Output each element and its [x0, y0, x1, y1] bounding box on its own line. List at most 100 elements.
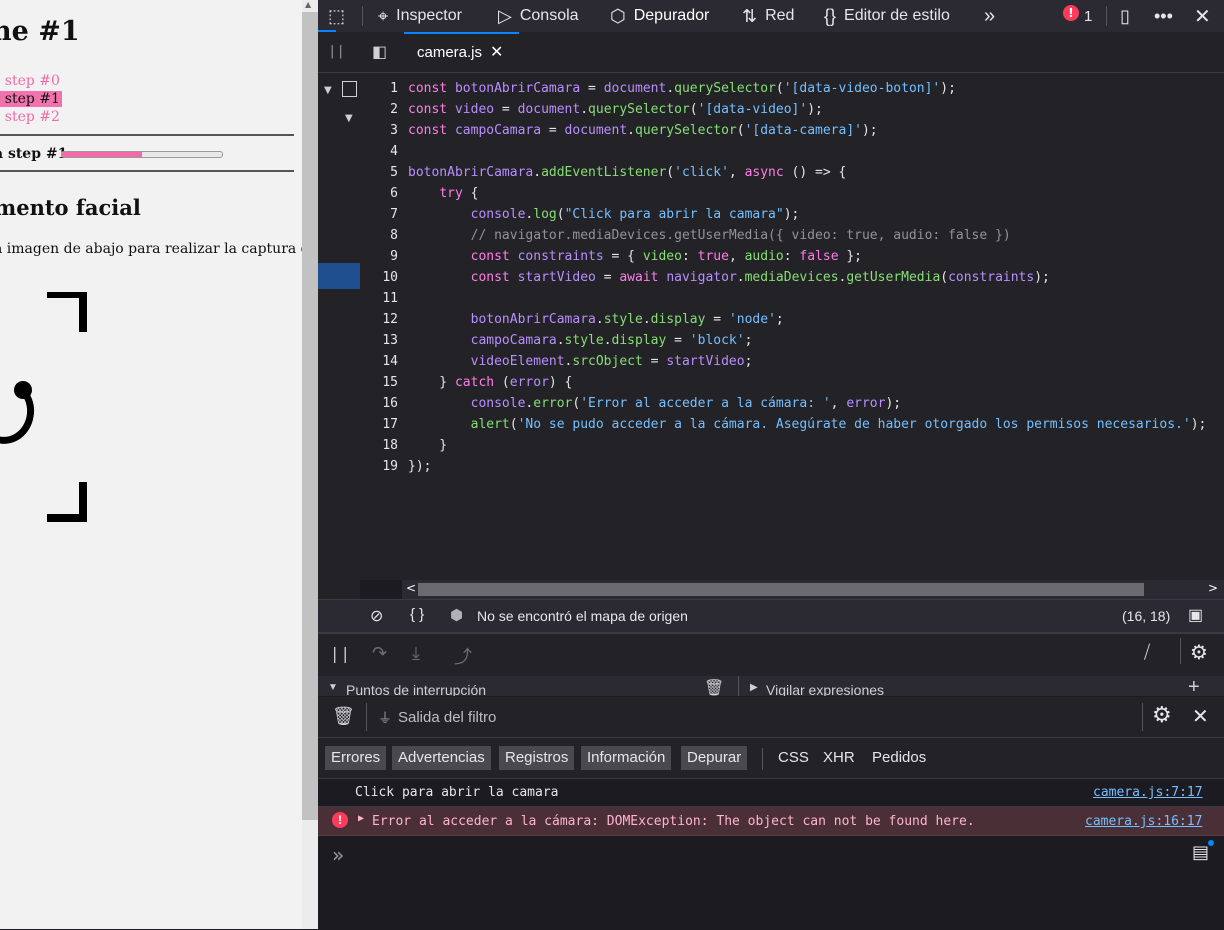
code-line[interactable]: // navigator.mediaDevices.getUserMedia({… — [408, 228, 1011, 243]
console-input[interactable] — [332, 840, 1192, 870]
filter-xhr[interactable]: XHR — [823, 746, 855, 770]
expand-arrow-icon[interactable]: ▶ — [750, 682, 758, 693]
tab-inspector[interactable]: ⌖ Inspector — [378, 0, 462, 32]
blackbox-icon[interactable]: ⊘ — [370, 606, 383, 626]
line-number[interactable]: 17 — [360, 417, 398, 432]
code-line[interactable]: const constraints = { video: true, audio… — [408, 249, 862, 264]
code-line[interactable]: }); — [408, 459, 431, 474]
responsive-mode-icon[interactable]: ▯ — [1120, 0, 1130, 32]
tab-style-editor[interactable]: {} Editor de estilo — [824, 0, 950, 32]
more-options-icon[interactable]: ••• — [1154, 0, 1173, 32]
tab-debugger[interactable]: ⬡ Depurador — [610, 0, 709, 32]
filter-requests[interactable]: Pedidos — [872, 746, 926, 770]
toggle-panel-icon[interactable]: ▣ — [1188, 605, 1203, 625]
element-picker-button[interactable]: ⬚ — [328, 0, 353, 32]
line-number[interactable]: 9 — [360, 249, 398, 264]
code-line[interactable]: } — [408, 438, 447, 453]
toggle-sidebar-icon[interactable]: ◧ — [372, 42, 387, 61]
close-devtools-icon[interactable]: ✕ — [1194, 0, 1211, 32]
scroll-right-icon[interactable]: > — [1208, 581, 1218, 595]
collapse-sources-icon[interactable]: | | — [330, 44, 343, 59]
code-line[interactable]: botonAbrirCamara.style.display = 'node'; — [408, 312, 784, 327]
log-source-link[interactable]: camera.js:7:17 — [1093, 785, 1203, 800]
code-line[interactable]: const video = document.querySelector('[d… — [408, 102, 823, 117]
console-message-log[interactable]: Click para abrir la camara camera.js:7:1… — [318, 779, 1224, 807]
code-line[interactable]: console.log("Click para abrir la camara"… — [408, 207, 800, 222]
step-item[interactable]: a step #0 — [0, 73, 60, 89]
filter-logs[interactable]: Registros — [499, 746, 575, 770]
face-frame-icon[interactable] — [0, 292, 90, 524]
expand-arrow-icon[interactable]: ▶ — [358, 813, 364, 824]
deactivate-breakpoints-icon[interactable]: ⧸ — [1144, 642, 1150, 663]
line-number[interactable]: 14 — [360, 354, 398, 369]
more-tools-chevron-icon[interactable]: » — [984, 0, 995, 32]
line-number[interactable]: 16 — [360, 396, 398, 411]
line-number[interactable]: 3 — [360, 123, 398, 138]
scroll-up-icon[interactable]: ▲ — [305, 0, 311, 9]
add-watch-icon[interactable]: + — [1188, 676, 1200, 696]
code-line[interactable]: console.error('Error al acceder a la cám… — [408, 396, 902, 411]
code-line[interactable]: const startVideo = await navigator.media… — [408, 270, 1050, 285]
expand-arrow-icon[interactable]: ▼ — [328, 682, 338, 693]
error-count-icon[interactable]: ! — [1063, 5, 1079, 21]
line-number[interactable]: 2 — [360, 102, 398, 117]
pretty-print-icon[interactable]: { } — [410, 606, 424, 623]
tab-camera-js[interactable]: camera.js ✕ — [417, 32, 503, 72]
editor-mode-icon[interactable]: ▤ — [1192, 842, 1209, 863]
console-settings-gear-icon[interactable]: ⚙ — [1152, 703, 1172, 728]
close-split-console-icon[interactable]: ✕ — [1192, 704, 1209, 728]
selected-source-item[interactable] — [318, 263, 360, 289]
filter-debug[interactable]: Depurar — [681, 746, 748, 770]
expand-arrow-icon[interactable]: ▼ — [345, 113, 353, 124]
delete-breakpoints-icon[interactable]: 🗑 — [704, 678, 724, 696]
line-number[interactable]: 11 — [360, 291, 398, 306]
step-in-icon[interactable]: ⤓ — [412, 643, 420, 664]
filter-warnings[interactable]: Advertencias — [392, 746, 491, 770]
line-number[interactable]: 18 — [360, 438, 398, 453]
pause-icon[interactable]: | | — [332, 644, 348, 663]
code-line[interactable]: try { — [408, 186, 478, 201]
settings-gear-icon[interactable]: ⚙ — [1190, 640, 1208, 664]
code-line[interactable]: botonAbrirCamara.addEventListener('click… — [408, 165, 846, 180]
tab-console[interactable]: ▷ Consola — [498, 0, 579, 32]
line-number[interactable]: 1 — [360, 81, 398, 96]
line-number[interactable]: 12 — [360, 312, 398, 327]
line-number[interactable]: 19 — [360, 459, 398, 474]
line-number[interactable]: 4 — [360, 144, 398, 159]
line-number[interactable]: 7 — [360, 207, 398, 222]
expand-arrow-icon[interactable]: ▼ — [324, 85, 332, 96]
console-filter-input[interactable]: Salida del filtro — [398, 709, 496, 726]
line-number[interactable]: 8 — [360, 228, 398, 243]
page-scrollbar-thumb[interactable] — [302, 12, 318, 820]
folder-icon[interactable] — [342, 81, 357, 97]
code-line[interactable]: } catch (error) { — [408, 375, 572, 390]
line-number[interactable]: 15 — [360, 375, 398, 390]
scroll-left-icon[interactable]: < — [406, 581, 416, 595]
step-over-icon[interactable]: ↷ — [372, 643, 387, 664]
step-out-icon[interactable]: ⤴ — [454, 643, 472, 669]
console-message-error[interactable]: ! ▶ Error al acceder a la cámara: DOMExc… — [318, 807, 1224, 836]
close-tab-icon[interactable]: ✕ — [490, 42, 503, 62]
code-line[interactable]: const botonAbrirCamara = document.queryS… — [408, 81, 956, 96]
line-number[interactable]: 5 — [360, 165, 398, 180]
error-count[interactable]: 1 — [1084, 0, 1092, 32]
code-line[interactable]: campoCamara.style.display = 'block'; — [408, 333, 753, 348]
line-number[interactable]: 10 — [360, 270, 398, 285]
error-source-link[interactable]: camera.js:16:17 — [1085, 814, 1202, 829]
line-number[interactable]: 6 — [360, 186, 398, 201]
breakpoints-header[interactable]: Puntos de interrupción — [346, 682, 486, 696]
code-line[interactable]: videoElement.srcObject = startVideo; — [408, 354, 753, 369]
clear-console-icon[interactable]: 🗑 — [332, 706, 355, 727]
code-line[interactable]: const campoCamara = document.querySelect… — [408, 123, 878, 138]
filter-info[interactable]: Información — [581, 746, 672, 770]
watch-header[interactable]: Vigilar expresiones — [766, 682, 884, 696]
horizontal-scrollbar-thumb[interactable] — [418, 583, 1144, 596]
tab-network[interactable]: ⇅ Red — [742, 0, 794, 32]
step-item-active[interactable]: a step #1 — [0, 91, 62, 107]
code-line[interactable]: alert('No se pudo acceder a la cámara. A… — [408, 417, 1207, 432]
line-number[interactable]: 13 — [360, 333, 398, 348]
filter-errors[interactable]: Errores — [325, 746, 387, 770]
step-item[interactable]: a step #2 — [0, 109, 60, 125]
code-editor[interactable]: const botonAbrirCamara = document.queryS… — [402, 73, 1224, 580]
filter-css[interactable]: CSS — [778, 746, 809, 770]
